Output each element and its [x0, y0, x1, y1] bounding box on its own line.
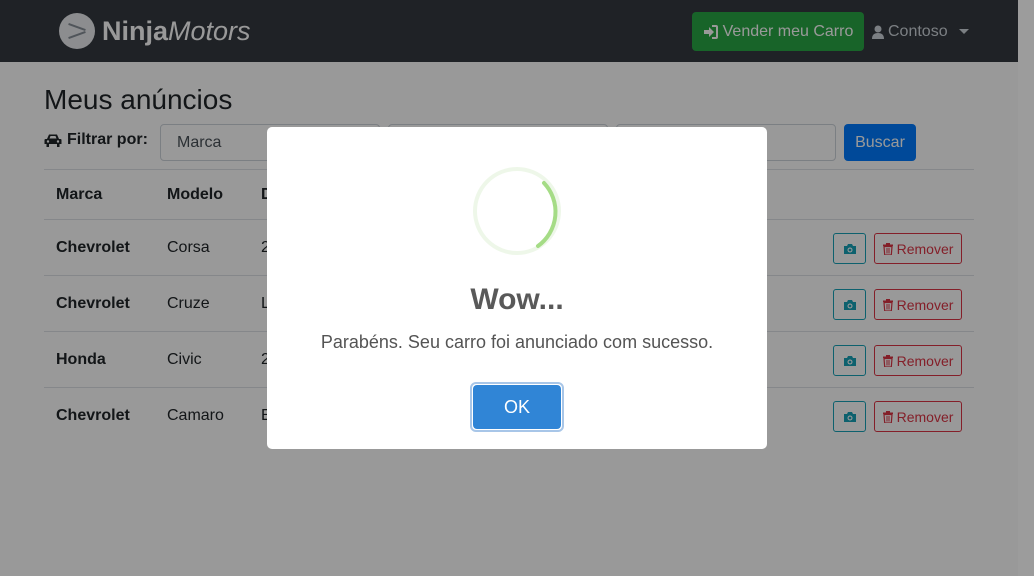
ok-button-label: OK	[473, 385, 561, 429]
success-dialog: Wow... Parabéns. Seu carro foi anunciado…	[267, 127, 767, 449]
ok-button[interactable]: OK	[470, 382, 564, 432]
dialog-message: Parabéns. Seu carro foi anunciado com su…	[320, 332, 714, 352]
dialog-title: Wow...	[470, 283, 564, 316]
scrollbar[interactable]	[1018, 0, 1034, 576]
success-spinner-icon	[473, 167, 561, 255]
